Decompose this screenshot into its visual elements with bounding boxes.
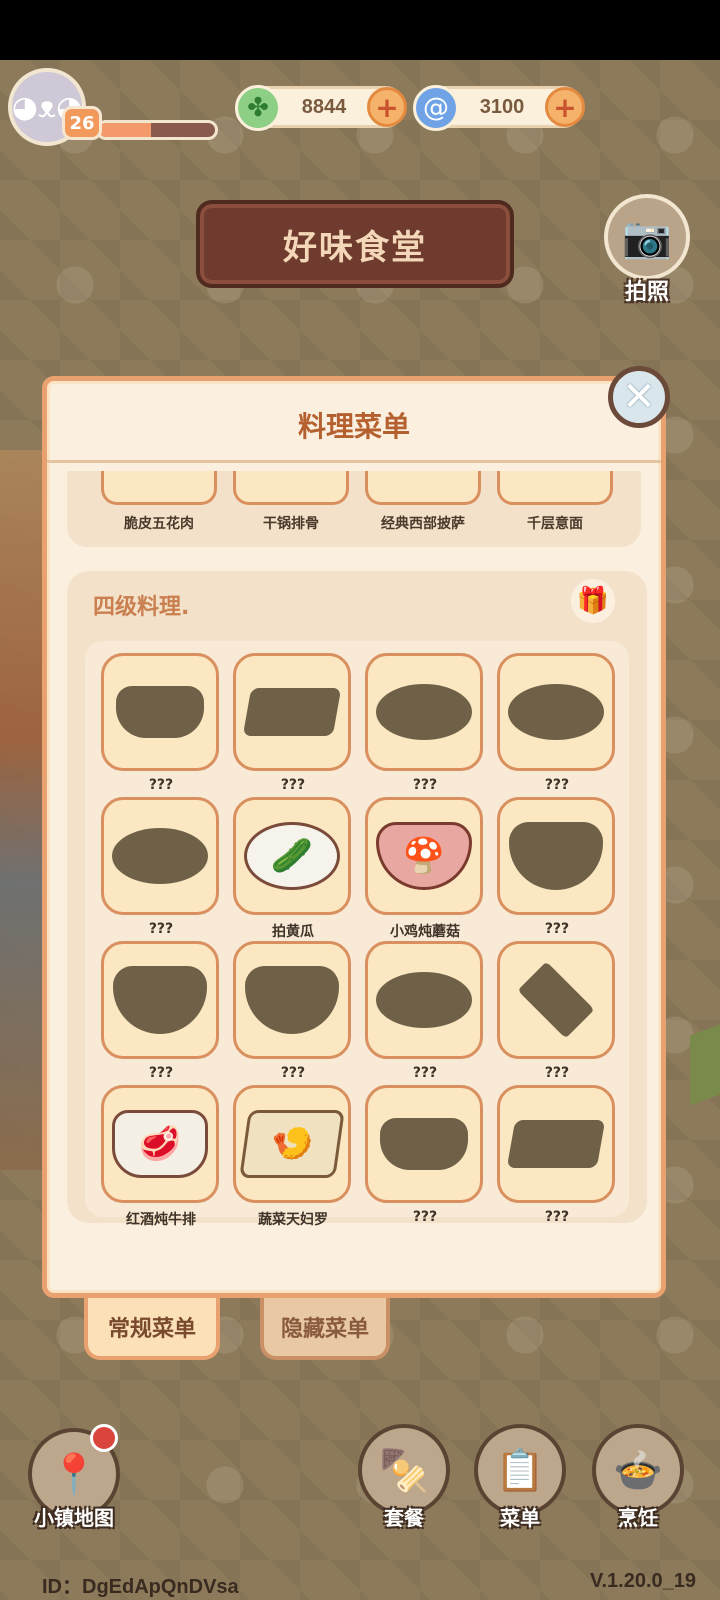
menu-dialog: 料理菜单 脆皮五花肉 干锅排骨 经典西部披萨 千层意面 四级料理. 🎁 ??? … <box>42 376 666 1298</box>
tier3-dish-name: 千层意面 <box>527 516 583 532</box>
dialog-title: 料理菜单 <box>297 410 410 443</box>
add-spiral-button[interactable]: + <box>545 87 585 127</box>
skewer-icon: 🍢 <box>379 1447 429 1494</box>
tier3-dish-name: 经典西部披萨 <box>381 516 465 532</box>
dish-card[interactable] <box>365 653 483 771</box>
tab-hidden-menu[interactable]: 隐藏菜单 <box>260 1298 390 1360</box>
dish-card[interactable]: 🥩 <box>101 1085 219 1203</box>
locked-dish-icon <box>112 828 208 884</box>
tier3-dish-card[interactable] <box>101 471 217 505</box>
locked-dish-icon <box>517 961 595 1039</box>
notification-dot <box>90 1424 118 1452</box>
dish-card[interactable] <box>365 1085 483 1203</box>
dish-card[interactable]: 🍄 <box>365 797 483 915</box>
dish-name: 小鸡炖蘑菇 <box>390 924 460 940</box>
tier3-dish-name: 干锅排骨 <box>263 516 319 532</box>
currency-clover: ✤ 8844 + <box>235 85 407 131</box>
dish-name: 拍黄瓜 <box>272 924 314 940</box>
map-pin-icon: 📍 <box>49 1451 99 1498</box>
restaurant-scene-right <box>690 1024 720 1106</box>
camera-button[interactable]: 📷 <box>604 194 690 280</box>
dish-name: ??? <box>148 1065 174 1081</box>
clover-icon: ✤ <box>235 85 281 131</box>
close-button[interactable]: ✕ <box>608 366 670 428</box>
locked-dish-icon <box>242 688 342 736</box>
tier3-section: 脆皮五花肉 干锅排骨 经典西部披萨 千层意面 <box>67 471 641 547</box>
menu-label: 菜单 <box>500 1506 540 1530</box>
dish-grid: ??? ??? ??? ??? 🥒 🍄 ??? 拍黄瓜 小鸡炖蘑菇 ??? ??… <box>85 641 629 1228</box>
town-map-label: 小镇地图 <box>34 1506 114 1530</box>
dish-card[interactable]: 🥒 <box>233 797 351 915</box>
dish-card[interactable] <box>497 1085 615 1203</box>
close-icon: ✕ <box>622 374 656 420</box>
dish-name: ??? <box>412 777 438 793</box>
status-bar <box>0 0 720 60</box>
tier3-dish-card[interactable] <box>365 471 481 505</box>
dish-card[interactable] <box>101 653 219 771</box>
dish-name: ??? <box>280 777 306 793</box>
dish-card[interactable] <box>497 653 615 771</box>
combo-label: 套餐 <box>384 1506 424 1530</box>
xp-bar-fill <box>99 123 152 137</box>
camera-icon: 📷 <box>622 214 672 261</box>
locked-dish-icon <box>376 972 472 1028</box>
dish-card[interactable] <box>101 941 219 1059</box>
locked-dish-icon <box>376 684 472 740</box>
restaurant-sign: 好味食堂 <box>196 200 514 288</box>
dialog-header: 料理菜单 <box>47 381 661 463</box>
dish-name: ??? <box>544 1065 570 1081</box>
level-badge: 26 <box>62 106 102 140</box>
tier4-section: 四级料理. 🎁 ??? ??? ??? ??? 🥒 🍄 ??? 拍黄瓜 小鸡炖蘑… <box>67 571 647 1228</box>
dish-card[interactable] <box>365 941 483 1059</box>
dish-card[interactable] <box>497 797 615 915</box>
locked-dish-icon <box>508 684 604 740</box>
spiral-icon: @ <box>413 85 459 131</box>
dish-name: ??? <box>412 1209 438 1225</box>
dish-name: ??? <box>280 1065 306 1081</box>
dish-name: ??? <box>148 921 174 937</box>
dish-card[interactable] <box>233 653 351 771</box>
dish-name: ??? <box>544 1209 570 1225</box>
dish-name: ??? <box>148 777 174 793</box>
dish-name: ??? <box>544 921 570 937</box>
spiral-amount: 3100 <box>479 96 525 118</box>
tier3-dish-card[interactable] <box>497 471 613 505</box>
version-label: V.1.20.0_19 <box>589 1570 696 1592</box>
tier3-dish-name: 脆皮五花肉 <box>124 516 194 532</box>
clover-amount: 8844 <box>301 96 347 118</box>
chicken-mushroom-stew-icon: 🍄 <box>376 822 472 890</box>
player-id: ID：DgEdApQnDVsa <box>42 1576 239 1598</box>
add-clover-button[interactable]: + <box>367 87 407 127</box>
dish-name: 蔬菜天妇罗 <box>258 1212 328 1228</box>
tier3-dish-card[interactable] <box>233 471 349 505</box>
locked-dish-icon <box>509 822 603 890</box>
dish-card[interactable] <box>233 941 351 1059</box>
vegetable-tempura-icon: 🍤 <box>239 1110 345 1178</box>
currency-spiral: @ 3100 + <box>413 85 585 131</box>
pot-icon: 🍲 <box>613 1447 663 1494</box>
dish-card[interactable] <box>101 797 219 915</box>
restaurant-name: 好味食堂 <box>283 227 427 268</box>
camera-label: 拍照 <box>624 280 669 305</box>
tier4-title: 四级料理. <box>93 595 190 620</box>
clipboard-icon: 📋 <box>495 1447 545 1494</box>
tab-regular-menu[interactable]: 常规菜单 <box>84 1298 220 1360</box>
locked-dish-icon <box>113 966 207 1034</box>
dish-name: 红酒炖牛排 <box>126 1212 196 1228</box>
dish-card[interactable] <box>497 941 615 1059</box>
smashed-cucumber-icon: 🥒 <box>244 822 340 890</box>
locked-dish-icon <box>245 966 339 1034</box>
red-wine-beef-stew-icon: 🥩 <box>112 1110 208 1178</box>
dish-name: ??? <box>544 777 570 793</box>
locked-dish-icon <box>506 1120 606 1168</box>
dish-name: ??? <box>412 1065 438 1081</box>
locked-dish-icon <box>380 1118 468 1170</box>
xp-bar <box>96 120 218 140</box>
locked-dish-icon <box>116 686 204 738</box>
cook-label: 烹饪 <box>618 1506 658 1530</box>
gift-icon[interactable]: 🎁 <box>571 579 615 623</box>
dish-card[interactable]: 🍤 <box>233 1085 351 1203</box>
